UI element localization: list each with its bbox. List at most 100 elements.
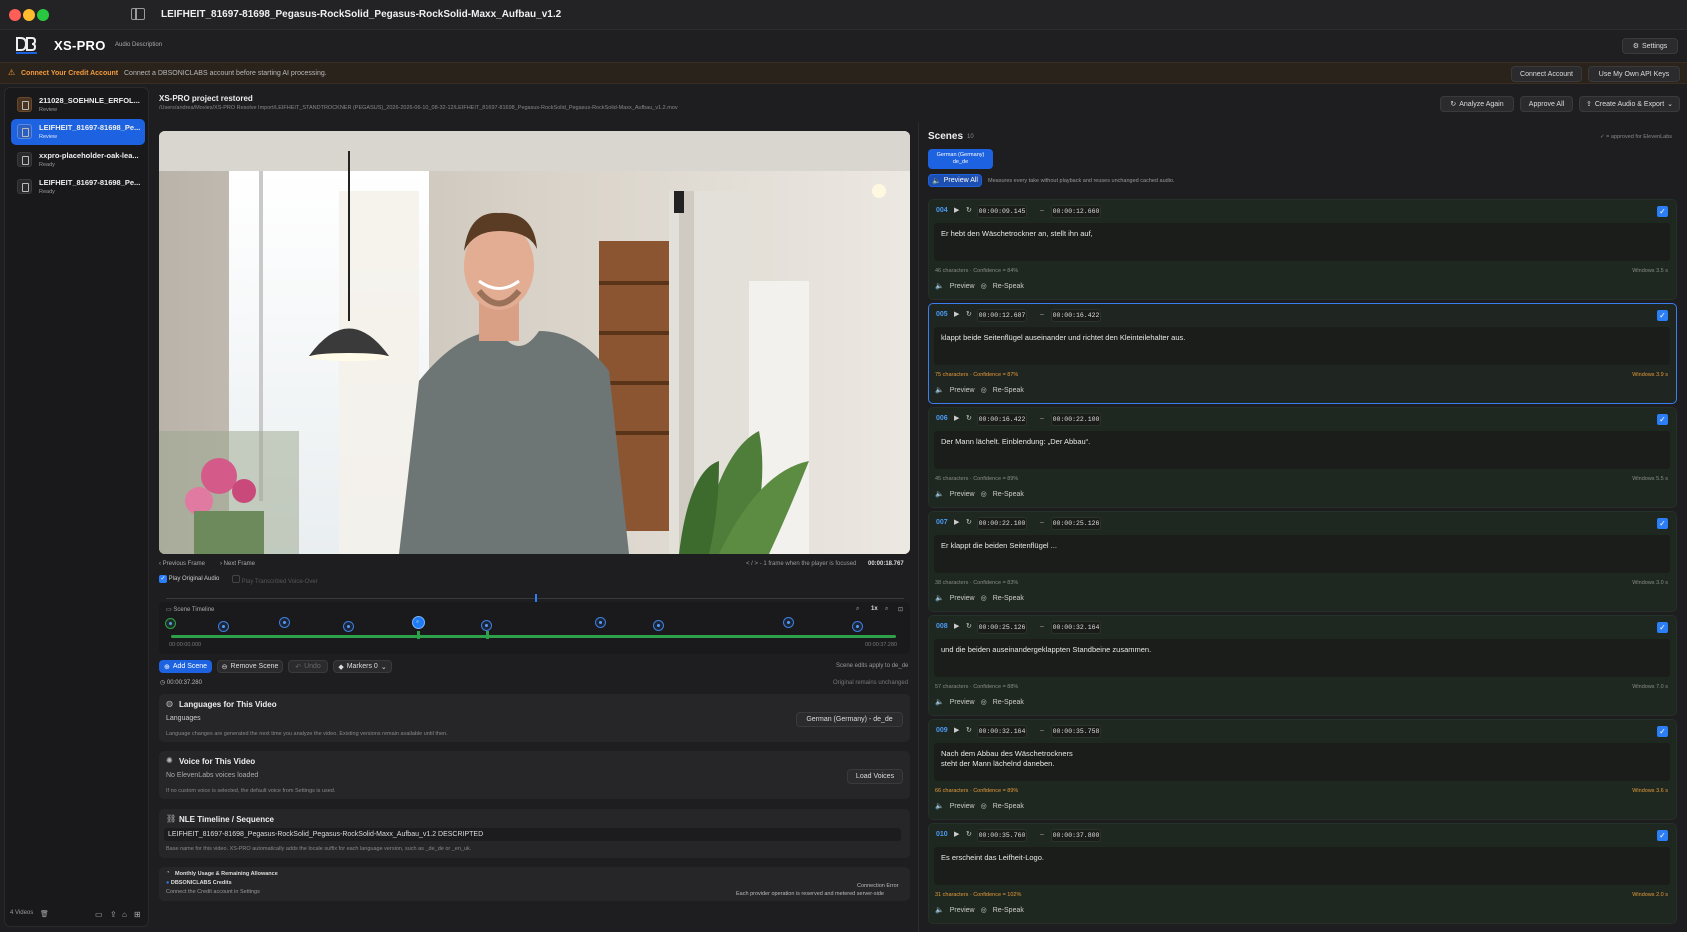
connect-account-button[interactable]: Connect Account: [1511, 66, 1582, 82]
timeline-marker[interactable]: [343, 621, 354, 632]
play-voiceover-checkbox[interactable]: Play Transcribed Voice-Over: [232, 575, 318, 585]
loop-icon[interactable]: ↻: [966, 414, 972, 422]
sidebar-video-item[interactable]: LEIFHEIT_81697-81698_Pe... Ready: [11, 174, 145, 200]
scene-description-text[interactable]: Er klappt die beiden Seitenflügel ...: [934, 535, 1670, 573]
preview-all-button[interactable]: 🔈 Preview All: [928, 174, 982, 187]
scene-start-time[interactable]: 00:00:16.422: [977, 413, 1027, 426]
preview-button[interactable]: Preview: [950, 907, 975, 914]
zoom-window-button[interactable]: [37, 9, 49, 21]
scrubber-playhead[interactable]: [535, 594, 537, 602]
approved-checkbox[interactable]: ✓: [1657, 206, 1668, 217]
remove-scene-button[interactable]: ⊖ Remove Scene: [217, 660, 283, 673]
scene-card[interactable]: 010 ▶ ↻ 00:00:35.760 – 00:00:37.800 ✓ Es…: [928, 823, 1677, 924]
undo-button[interactable]: ↶ Undo: [288, 660, 328, 673]
respeak-button[interactable]: Re-Speak: [993, 803, 1024, 810]
scene-card[interactable]: 009 ▶ ↻ 00:00:32.164 – 00:00:35.758 ✓ Na…: [928, 719, 1677, 820]
approved-checkbox[interactable]: ✓: [1657, 726, 1668, 737]
loop-icon[interactable]: ↻: [966, 726, 972, 734]
scene-start-time[interactable]: 00:00:22.100: [977, 517, 1027, 530]
scene-card[interactable]: 007 ▶ ↻ 00:00:22.100 – 00:00:25.126 ✓ Er…: [928, 511, 1677, 612]
panel-divider[interactable]: [918, 122, 919, 932]
scene-start-time[interactable]: 00:00:09.145: [977, 205, 1027, 218]
create-audio-export-button[interactable]: ⇪ Create Audio & Export ⌄: [1579, 96, 1680, 112]
respeak-button[interactable]: Re-Speak: [993, 283, 1024, 290]
timeline-marker[interactable]: [218, 621, 229, 632]
scene-end-time[interactable]: 00:00:12.660: [1051, 205, 1101, 218]
timeline-marker-active[interactable]: [412, 616, 425, 629]
play-icon[interactable]: ▶: [954, 726, 959, 734]
sidebar-video-item[interactable]: xxpro-placeholder-oak-lea... Ready: [11, 147, 145, 173]
language-select[interactable]: German (Germany) - de_de: [796, 712, 903, 727]
language-chip[interactable]: German (Germany) de_de: [928, 149, 993, 169]
scene-start-time[interactable]: 00:00:12.687: [977, 309, 1027, 322]
trash-icon[interactable]: 🗑: [40, 910, 49, 918]
video-player[interactable]: [159, 131, 910, 554]
scene-end-time[interactable]: 00:00:22.100: [1051, 413, 1101, 426]
scene-handle[interactable]: [486, 631, 489, 639]
close-window-button[interactable]: [9, 9, 21, 21]
sidebar-toggle-icon[interactable]: [131, 8, 145, 20]
preview-button[interactable]: Preview: [950, 387, 975, 394]
scene-description-text[interactable]: Nach dem Abbau des Wäschetrockners steht…: [934, 743, 1670, 781]
scene-description-text[interactable]: Er hebt den Wäschetrockner an, stellt ih…: [934, 223, 1670, 261]
approved-checkbox[interactable]: ✓: [1657, 310, 1668, 321]
play-icon[interactable]: ▶: [954, 830, 959, 838]
approved-checkbox[interactable]: ✓: [1657, 414, 1668, 425]
scene-description-text[interactable]: und die beiden auseinandergeklappten Sta…: [934, 639, 1670, 677]
timeline-marker[interactable]: [279, 617, 290, 628]
scene-start-time[interactable]: 00:00:35.760: [977, 829, 1027, 842]
scene-description-text[interactable]: Es erscheint das Leifheit-Logo.: [934, 847, 1670, 885]
previous-frame-button[interactable]: ‹ Previous Frame: [159, 561, 205, 567]
loop-icon[interactable]: ↻: [966, 206, 972, 214]
sidebar-video-item-selected[interactable]: LEIFHEIT_81697-81698_Pe... Review: [11, 119, 145, 145]
export-icon[interactable]: ⇪: [110, 910, 117, 919]
loop-icon[interactable]: ↻: [966, 830, 972, 838]
fit-icon[interactable]: ⊡: [898, 606, 903, 613]
scene-description-text[interactable]: klappt beide Seitenflügel auseinander un…: [934, 327, 1670, 365]
timeline-marker[interactable]: [481, 620, 492, 631]
approved-checkbox[interactable]: ✓: [1657, 518, 1668, 529]
approve-all-button[interactable]: Approve All: [1520, 96, 1573, 112]
scene-end-time[interactable]: 00:00:16.422: [1051, 309, 1101, 322]
timeline-marker[interactable]: [783, 617, 794, 628]
search-icon[interactable]: ⌕: [856, 606, 859, 613]
timeline-track[interactable]: [171, 635, 896, 638]
timeline-marker[interactable]: [595, 617, 606, 628]
loop-icon[interactable]: ↻: [966, 622, 972, 630]
lock-icon[interactable]: ⌂: [122, 910, 127, 919]
respeak-button[interactable]: Re-Speak: [993, 491, 1024, 498]
minimize-window-button[interactable]: [23, 9, 35, 21]
use-own-api-keys-button[interactable]: Use My Own API Keys: [1588, 66, 1680, 82]
scene-start-time[interactable]: 00:00:32.164: [977, 725, 1027, 738]
nle-name-input[interactable]: LEIFHEIT_81697-81698_Pegasus-RockSolid_P…: [164, 828, 901, 841]
loop-icon[interactable]: ↻: [966, 518, 972, 526]
load-voices-button[interactable]: Load Voices: [847, 769, 903, 784]
play-icon[interactable]: ▶: [954, 622, 959, 630]
sidebar-video-item[interactable]: 211028_SOEHNLE_ERFOL... Review: [11, 92, 145, 118]
scene-end-time[interactable]: 00:00:37.800: [1051, 829, 1101, 842]
play-icon[interactable]: ▶: [954, 518, 959, 526]
analyze-again-button[interactable]: ↻ Analyze Again: [1440, 96, 1514, 112]
timeline-marker[interactable]: [653, 620, 664, 631]
settings-button[interactable]: ⚙ Settings: [1622, 38, 1678, 54]
timeline-marker[interactable]: [165, 618, 176, 629]
respeak-button[interactable]: Re-Speak: [993, 387, 1024, 394]
scene-end-time[interactable]: 00:00:32.164: [1051, 621, 1101, 634]
scene-description-text[interactable]: Der Mann lächelt. Einblendung: „Der Abba…: [934, 431, 1670, 469]
next-frame-button[interactable]: › Next Frame: [220, 561, 255, 567]
timeline-marker[interactable]: [852, 621, 863, 632]
play-icon[interactable]: ▶: [954, 414, 959, 422]
play-icon[interactable]: ▶: [954, 206, 959, 214]
scene-start-time[interactable]: 00:00:25.126: [977, 621, 1027, 634]
folder-icon[interactable]: ▭: [95, 910, 103, 919]
preview-button[interactable]: Preview: [950, 699, 975, 706]
add-icon[interactable]: ⊞: [134, 910, 141, 919]
timeline-speed[interactable]: 1x: [871, 606, 878, 612]
loop-icon[interactable]: ↻: [966, 310, 972, 318]
scene-handle[interactable]: [417, 631, 420, 639]
respeak-button[interactable]: Re-Speak: [993, 699, 1024, 706]
scene-card[interactable]: 006 ▶ ↻ 00:00:16.422 – 00:00:22.100 ✓ De…: [928, 407, 1677, 508]
preview-button[interactable]: Preview: [950, 491, 975, 498]
preview-button[interactable]: Preview: [950, 595, 975, 602]
scene-card[interactable]: 005 ▶ ↻ 00:00:12.687 – 00:00:16.422 ✓ kl…: [928, 303, 1677, 404]
